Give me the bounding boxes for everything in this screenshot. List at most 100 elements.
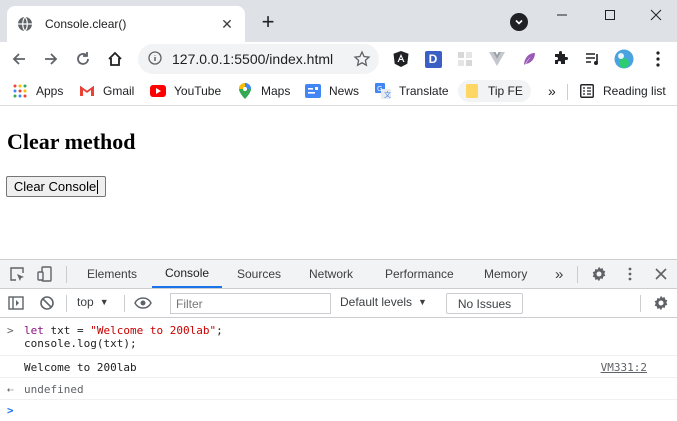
context-selector[interactable]: top ▼ [77, 295, 109, 309]
settings-gear-icon[interactable] [590, 265, 608, 283]
result-arrow-icon: ⇠ [7, 383, 14, 396]
bookmark-label: Tip FE [488, 84, 523, 98]
console-input-entry: > let txt = "Welcome to 200lab"; console… [0, 319, 677, 356]
reading-list-label: Reading list [603, 84, 666, 98]
bookmark-news[interactable]: News [305, 80, 359, 102]
bookmark-translate[interactable]: G文 Translate [375, 80, 449, 102]
levels-label: Default levels [340, 295, 413, 309]
tab-title: Console.clear() [45, 17, 127, 31]
device-toolbar-icon[interactable] [36, 265, 54, 283]
page-heading: Clear method [7, 129, 136, 154]
maps-pin-icon [237, 83, 253, 99]
avatar[interactable] [613, 48, 635, 70]
devtools-menu-icon[interactable] [621, 265, 639, 283]
tab-elements[interactable]: Elements [87, 260, 137, 288]
new-tab-icon[interactable]: + [257, 11, 279, 33]
angular-icon[interactable] [390, 48, 412, 70]
back-icon[interactable] [6, 46, 32, 72]
devtools-panel: Elements Console Sources Network Perform… [0, 259, 677, 421]
code-text: console.log(txt); [24, 337, 137, 350]
browser-toolbar: 127.0.0.1:5500/index.html D [0, 42, 677, 76]
bookmark-label: News [329, 84, 360, 98]
tab-network[interactable]: Network [309, 260, 353, 288]
dropdown-triangle-icon: ▼ [418, 297, 427, 307]
minimize-icon[interactable] [539, 0, 585, 30]
bookmark-label: Translate [399, 84, 449, 98]
console-toolbar: top ▼ Default levels ▼ No Issues [0, 289, 677, 318]
apps-grid-icon [12, 83, 28, 99]
reading-list-button[interactable]: Reading list [579, 80, 666, 102]
reading-list-icon [579, 83, 595, 99]
svg-text:文: 文 [384, 90, 391, 99]
tab-memory[interactable]: Memory [484, 260, 527, 288]
issues-button[interactable]: No Issues [446, 293, 523, 314]
clear-console-button[interactable]: Clear Console [6, 176, 106, 197]
result-value: undefined [24, 383, 84, 396]
bookmark-label: Gmail [103, 84, 135, 98]
console-filter-input[interactable] [170, 293, 331, 314]
bookmark-label: YouTube [174, 84, 222, 98]
url-text[interactable]: 127.0.0.1:5500/index.html [172, 51, 333, 67]
feather-icon[interactable] [518, 48, 540, 70]
bookmarks-overflow-button[interactable]: » [548, 80, 556, 102]
puzzle-extensions-icon[interactable] [550, 48, 572, 70]
menu-dots-icon[interactable] [647, 48, 669, 70]
bookmark-label: Apps [36, 84, 64, 98]
star-icon[interactable] [353, 50, 371, 68]
divider [66, 266, 67, 283]
console-settings-icon[interactable] [652, 294, 670, 312]
bookmark-tip-fe[interactable]: Tip FE [458, 80, 531, 102]
bookmark-label: Maps [261, 84, 291, 98]
text-cursor [97, 179, 99, 194]
context-label: top [77, 295, 94, 309]
divider [124, 295, 125, 312]
divider [567, 84, 568, 100]
d-extension-icon[interactable]: D [422, 48, 444, 70]
tab-strip: Console.clear() ✕ + [0, 0, 677, 42]
devtools-tabbar: Elements Console Sources Network Perform… [0, 260, 677, 289]
code-keyword: let [24, 324, 44, 337]
input-chevron-icon: > [7, 324, 14, 337]
youtube-icon [150, 83, 166, 99]
clear-console-label: Clear Console [13, 179, 97, 194]
code-string: "Welcome to 200lab" [90, 324, 217, 337]
grid-extension-icon[interactable] [454, 48, 476, 70]
inspect-element-icon[interactable] [8, 265, 26, 283]
more-tabs-button[interactable]: » [555, 260, 563, 288]
info-icon[interactable] [148, 50, 162, 68]
tab-sources[interactable]: Sources [237, 260, 281, 288]
address-bar[interactable]: 127.0.0.1:5500/index.html [138, 44, 379, 74]
console-input-code: let txt = "Welcome to 200lab"; console.l… [24, 324, 223, 350]
log-source-link[interactable]: VM331:2 [601, 361, 647, 374]
browser-tab[interactable]: Console.clear() ✕ [7, 6, 245, 42]
bookmarks-bar: Apps Gmail YouTube Maps News G文 Translat… [0, 76, 677, 106]
bookmark-maps[interactable]: Maps [237, 80, 290, 102]
tab-console[interactable]: Console [152, 260, 223, 288]
forward-icon[interactable] [38, 46, 64, 72]
sidebar-toggle-icon[interactable] [7, 294, 25, 312]
prompt-chevron-icon: > [7, 404, 14, 417]
close-tab-icon[interactable]: ✕ [219, 16, 235, 32]
eye-icon[interactable] [134, 294, 152, 312]
globe-icon [17, 16, 33, 32]
maximize-icon[interactable] [587, 0, 633, 30]
console-output: > let txt = "Welcome to 200lab"; console… [0, 319, 677, 421]
console-prompt[interactable]: > [0, 401, 677, 421]
tab-performance[interactable]: Performance [385, 260, 454, 288]
tab-search-icon[interactable] [510, 13, 528, 31]
page-viewport: Clear method Clear Console [0, 107, 677, 259]
svg-text:G: G [377, 85, 382, 93]
bookmark-youtube[interactable]: YouTube [150, 80, 221, 102]
home-icon[interactable] [102, 46, 128, 72]
reload-icon[interactable] [70, 46, 96, 72]
divider [66, 295, 67, 312]
window-close-icon[interactable] [633, 0, 677, 30]
media-control-icon[interactable] [582, 48, 604, 70]
close-devtools-icon[interactable] [652, 265, 670, 283]
log-levels-dropdown[interactable]: Default levels ▼ [340, 295, 427, 309]
vue-devtools-icon[interactable] [486, 48, 508, 70]
log-message: Welcome to 200lab [24, 361, 137, 374]
bookmark-apps[interactable]: Apps [12, 80, 63, 102]
clear-console-icon[interactable] [38, 294, 56, 312]
bookmark-gmail[interactable]: Gmail [79, 80, 134, 102]
